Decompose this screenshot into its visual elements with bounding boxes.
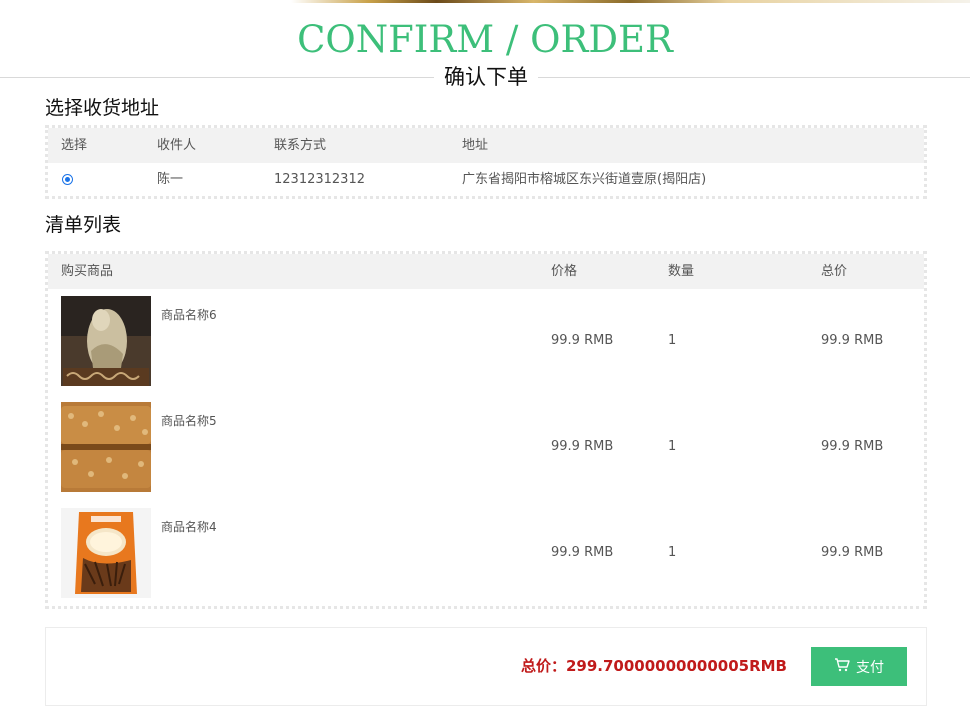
order-item-row: 商品名称4 99.9 RMB 1 99.9 RMB [48,508,924,608]
recipient-address: 广东省揭阳市榕城区东兴街道壹原(揭阳店) [462,172,707,187]
product-price: 99.9 RMB [551,439,614,454]
product-image-brittle[interactable] [61,402,151,492]
cart-icon [834,657,850,676]
order-section-title: 清单列表 [45,214,122,236]
product-total: 99.9 RMB [821,545,884,560]
product-total: 99.9 RMB [821,439,884,454]
order-item-row: 商品名称6 99.9 RMB 1 99.9 RMB [48,296,924,396]
column-header-recipient: 收件人 [157,138,197,153]
order-table-header: 购买商品 价格 数量 总价 [48,254,924,289]
product-image-dried-lily[interactable] [61,508,151,598]
order-total: 总价：299.70000000000005RMB [521,655,787,676]
product-name[interactable]: 商品名称6 [161,306,217,323]
pay-button-label: 支付 [856,659,884,676]
product-name[interactable]: 商品名称4 [161,518,217,535]
product-quantity: 1 [668,333,677,348]
column-header-total: 总价 [821,264,848,279]
product-name[interactable]: 商品名称5 [161,412,217,429]
column-header-address: 地址 [462,138,489,153]
total-label: 总价： [520,657,566,675]
address-table-header: 选择 收件人 联系方式 地址 [48,128,924,163]
recipient-phone: 12312312312 [274,172,365,187]
product-price: 99.9 RMB [551,333,614,348]
order-item-row: 商品名称5 99.9 RMB 1 99.9 RMB [48,402,924,502]
address-table: 选择 收件人 联系方式 地址 陈一 12312312312 广东省揭阳市榕城区东… [45,125,927,199]
product-image-sculpture[interactable] [61,296,151,386]
total-value: 299.70000000000005RMB [565,657,787,675]
address-section-title: 选择收货地址 [45,97,160,119]
address-row[interactable]: 陈一 12312312312 广东省揭阳市榕城区东兴街道壹原(揭阳店) [48,163,924,196]
top-decoration-strip [0,0,970,3]
column-header-price: 价格 [551,264,578,279]
product-quantity: 1 [668,439,677,454]
product-price: 99.9 RMB [551,545,614,560]
column-header-product: 购买商品 [61,264,114,279]
recipient-name: 陈一 [157,172,184,187]
pay-button[interactable]: 支付 [811,647,907,686]
column-header-select: 选择 [61,138,88,153]
order-table: 购买商品 价格 数量 总价 商品名称6 99.9 RMB 1 99.9 RMB [45,251,927,609]
column-header-contact: 联系方式 [274,138,327,153]
column-header-quantity: 数量 [668,264,695,279]
product-quantity: 1 [668,545,677,560]
page-subtitle: 确认下单 [434,63,538,91]
order-summary: 总价：299.70000000000005RMB 支付 [45,627,927,706]
product-total: 99.9 RMB [821,333,884,348]
page-title: CONFIRM / ORDER [297,18,673,61]
address-radio-selected[interactable] [62,174,73,185]
